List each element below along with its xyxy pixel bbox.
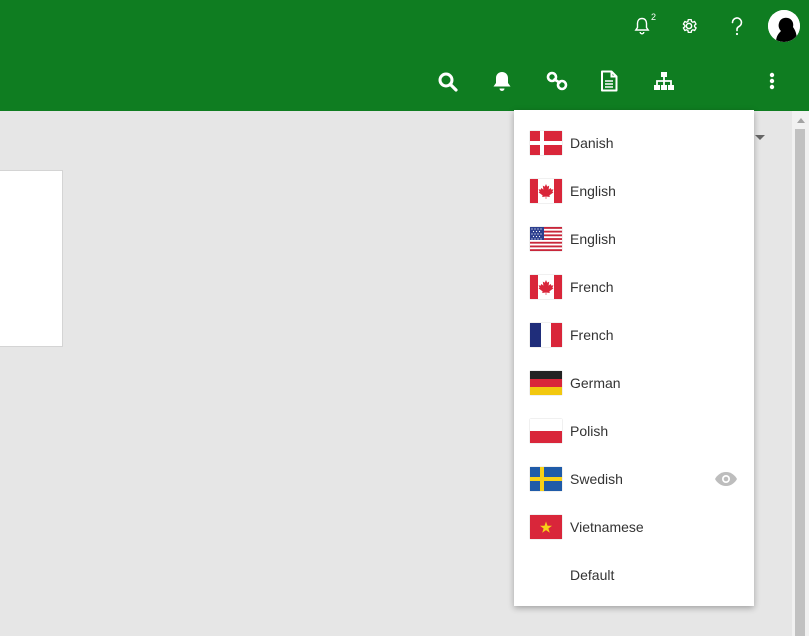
language-item-default[interactable]: Default [514,551,754,599]
search-button[interactable] [437,71,459,93]
vietnam-flag-icon [530,515,562,539]
main-toolbar [0,52,809,153]
top-header-bar: 2 [0,0,809,52]
scroll-up-arrow-icon[interactable] [792,115,809,125]
vertical-scrollbar[interactable] [792,111,809,636]
more-options-button[interactable] [765,69,779,93]
denmark-flag-icon [530,131,562,155]
language-label: English [570,183,616,199]
sweden-flag-icon [530,467,562,491]
language-label: Polish [570,423,609,439]
poland-flag-icon [530,419,562,443]
language-label: French [570,279,614,295]
france-flag-icon [530,323,562,347]
notification-bell-icon [634,17,650,35]
language-item-polish[interactable]: Polish [514,407,754,455]
language-item-german[interactable]: German [514,359,754,407]
language-label: Default [570,567,615,583]
language-label: German [570,375,621,391]
usa-flag-icon [530,227,562,251]
help-icon [731,17,743,36]
language-label: Danish [570,135,614,151]
link-icon [546,71,568,91]
dropdown-caret-icon[interactable] [755,135,765,140]
bell-icon [493,71,511,91]
language-menu: Danish English English French French Ger… [514,110,754,606]
sitemap-icon [654,72,674,90]
canada-flag-icon [530,275,562,299]
language-label: English [570,231,616,247]
help-button[interactable] [728,15,746,37]
more-vertical-icon [769,72,775,90]
notification-count-badge: 2 [650,12,656,22]
user-avatar-icon [768,10,800,42]
language-item-vietnamese[interactable]: Vietnamese [514,503,754,551]
language-label: French [570,327,614,343]
language-label: Vietnamese [570,519,644,535]
gear-icon [682,18,697,34]
language-item-french-fr[interactable]: French [514,311,754,359]
content-panel [0,170,63,347]
links-button[interactable] [545,70,569,92]
search-icon [438,72,458,92]
document-button[interactable] [599,69,619,93]
eye-icon [715,472,737,486]
language-item-swedish[interactable]: Swedish [514,455,754,503]
canada-flag-icon [530,179,562,203]
sitemap-button[interactable] [652,70,676,92]
document-icon [601,70,618,92]
language-item-danish[interactable]: Danish [514,119,754,167]
language-item-english-us[interactable]: English [514,215,754,263]
avatar[interactable] [768,10,800,42]
language-item-english-ca[interactable]: English [514,167,754,215]
language-item-french-ca[interactable]: French [514,263,754,311]
notifications-button[interactable]: 2 [633,12,656,36]
scrollbar-thumb[interactable] [795,129,805,636]
germany-flag-icon [530,371,562,395]
language-label: Swedish [570,471,623,487]
alerts-button[interactable] [491,70,513,92]
settings-button[interactable] [679,16,699,36]
